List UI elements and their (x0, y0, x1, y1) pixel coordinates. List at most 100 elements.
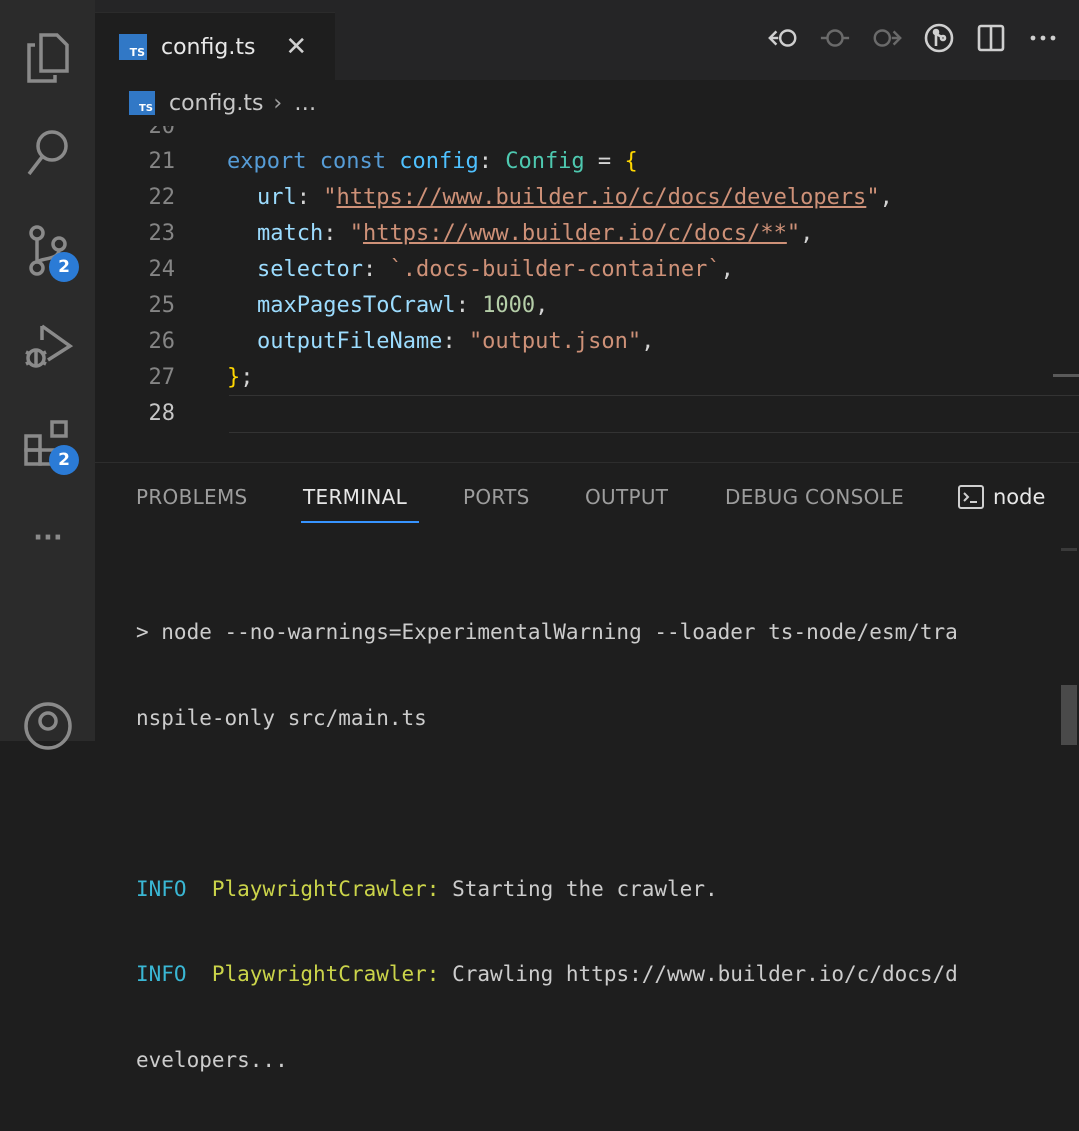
tab-output[interactable]: OUTPUT (585, 485, 668, 509)
code-line: 28 (95, 395, 1079, 431)
split-editor-icon[interactable] (975, 22, 1007, 54)
number-token: 1000 (482, 292, 536, 318)
punct-token: : (362, 256, 390, 282)
line-number: 28 (148, 400, 176, 426)
source-control-badge: 2 (49, 252, 79, 282)
property-token: outputFileName (257, 328, 443, 354)
bottom-panel: PROBLEMS TERMINAL PORTS OUTPUT DEBUG CON… (95, 462, 1079, 1072)
code-line: 23 match: "https://www.builder.io/c/docs… (95, 215, 1079, 251)
close-icon[interactable]: ✕ (285, 32, 307, 62)
punct-token: : (296, 184, 324, 210)
punct-token: : (478, 148, 506, 174)
tab-problems[interactable]: PROBLEMS (136, 485, 248, 509)
open-changes-icon[interactable] (819, 22, 851, 54)
terminal-line: nspile-only src/main.ts (136, 705, 427, 730)
property-token: maxPagesToCrawl (257, 292, 456, 318)
breadcrumb-file[interactable]: config.ts (169, 91, 263, 116)
explorer-icon[interactable] (18, 28, 78, 88)
string-token: "output.json" (468, 328, 642, 354)
terminal-scrollbar[interactable] (1061, 685, 1077, 745)
extensions-badge: 2 (49, 445, 79, 475)
code-text: maxPagesToCrawl: 1000, (257, 293, 548, 318)
url-link[interactable]: https://www.builder.io/c/docs/developers (337, 185, 867, 210)
editor-tab-bar: TS config.ts ✕ (95, 0, 1079, 81)
brace-token: } (227, 364, 241, 390)
tab-ports[interactable]: PORTS (463, 485, 530, 509)
line-number: 27 (148, 364, 176, 390)
code-editor[interactable]: 20 21 export const config: Config = { 22… (95, 126, 1079, 462)
line-number: 21 (148, 148, 176, 174)
code-text: url: "https://www.builder.io/c/docs/deve… (257, 185, 893, 210)
log-source: PlaywrightCrawler: (211, 876, 440, 901)
url-link[interactable]: https://www.builder.io/c/docs/** (363, 221, 787, 246)
extensions-icon[interactable]: 2 (18, 414, 79, 475)
punct-token: , (800, 220, 814, 246)
breadcrumb-separator: › (273, 90, 283, 116)
terminal-name: node (993, 485, 1046, 509)
code-text: match: "https://www.builder.io/c/docs/**… (257, 221, 813, 246)
tab-debug-console[interactable]: DEBUG CONSOLE (725, 485, 904, 509)
breadcrumb-symbols[interactable]: … (294, 91, 316, 116)
code-text: }; (227, 365, 254, 390)
string-token: " (323, 184, 337, 210)
punct-token: : (455, 292, 483, 318)
run-debug-icon[interactable] (18, 316, 78, 376)
active-tab-indicator (301, 521, 419, 523)
punct-token: , (535, 292, 549, 318)
code-line: 24 selector: `.docs-builder-container`, (95, 251, 1079, 287)
type-token: Config (505, 148, 585, 174)
account-icon[interactable] (18, 696, 78, 756)
code-line: 27 }; (95, 359, 1079, 395)
source-control-icon[interactable]: 2 (18, 220, 79, 282)
typescript-file-icon: TS (119, 34, 147, 60)
breadcrumb: TS config.ts › … (95, 80, 1079, 126)
line-number: 20 (148, 126, 176, 139)
code-line: 20 (95, 126, 1079, 144)
tab-config-ts[interactable]: TS config.ts ✕ (95, 12, 335, 81)
log-message: Starting the crawler. (439, 876, 718, 901)
typescript-file-icon: TS (129, 91, 155, 115)
code-line: 21 export const config: Config = { (95, 143, 1079, 179)
terminal-line: INFO PlaywrightCrawler: Starting the cra… (136, 875, 1056, 904)
terminal-line: evelopers... (136, 1047, 288, 1072)
punct-token: , (879, 184, 893, 210)
code-line: 26 outputFileName: "output.json", (95, 323, 1079, 359)
more-actions-icon[interactable] (1027, 22, 1059, 54)
log-level: INFO (136, 876, 187, 901)
log-message: Crawling https://www.builder.io/c/docs/d (439, 962, 958, 986)
terminal-output[interactable]: > node --no-warnings=ExperimentalWarning… (136, 561, 1056, 1131)
string-token: " (786, 220, 801, 246)
git-branch-icon[interactable] (923, 22, 955, 54)
string-token: " (349, 220, 363, 246)
terminal-scrollbar-track (1061, 548, 1077, 551)
overview-ruler-marker (1053, 374, 1079, 377)
punct-token: = (584, 148, 625, 174)
punct-token: : (323, 220, 350, 246)
line-number: 22 (148, 184, 176, 210)
line-number: 25 (148, 292, 176, 318)
line-number: 26 (148, 328, 176, 354)
editor-toolbar (767, 22, 1059, 54)
string-token: " (866, 184, 880, 210)
go-forward-icon[interactable] (871, 22, 903, 54)
panel-tabs: PROBLEMS TERMINAL PORTS OUTPUT DEBUG CON… (95, 463, 1079, 533)
punct-token: , (720, 256, 734, 282)
punct-token: , (641, 328, 655, 354)
code-line: 25 maxPagesToCrawl: 1000, (95, 287, 1079, 323)
property-token: selector (257, 256, 363, 282)
string-token: `.docs-builder-container` (389, 256, 721, 282)
punct-token: : (442, 328, 469, 354)
more-icon[interactable]: ··· (18, 508, 78, 568)
activity-bar: 2 2 ··· (0, 0, 95, 750)
line-number: 24 (148, 256, 176, 282)
log-level: INFO (136, 962, 187, 986)
identifier-token: config (399, 148, 479, 174)
search-icon[interactable] (18, 124, 78, 184)
tab-terminal[interactable]: TERMINAL (303, 485, 407, 509)
line-number: 23 (148, 220, 176, 246)
terminal-selector[interactable]: node (957, 483, 1045, 511)
code-text: outputFileName: "output.json", (257, 329, 654, 354)
terminal-icon (958, 485, 984, 509)
go-back-icon[interactable] (767, 22, 799, 54)
